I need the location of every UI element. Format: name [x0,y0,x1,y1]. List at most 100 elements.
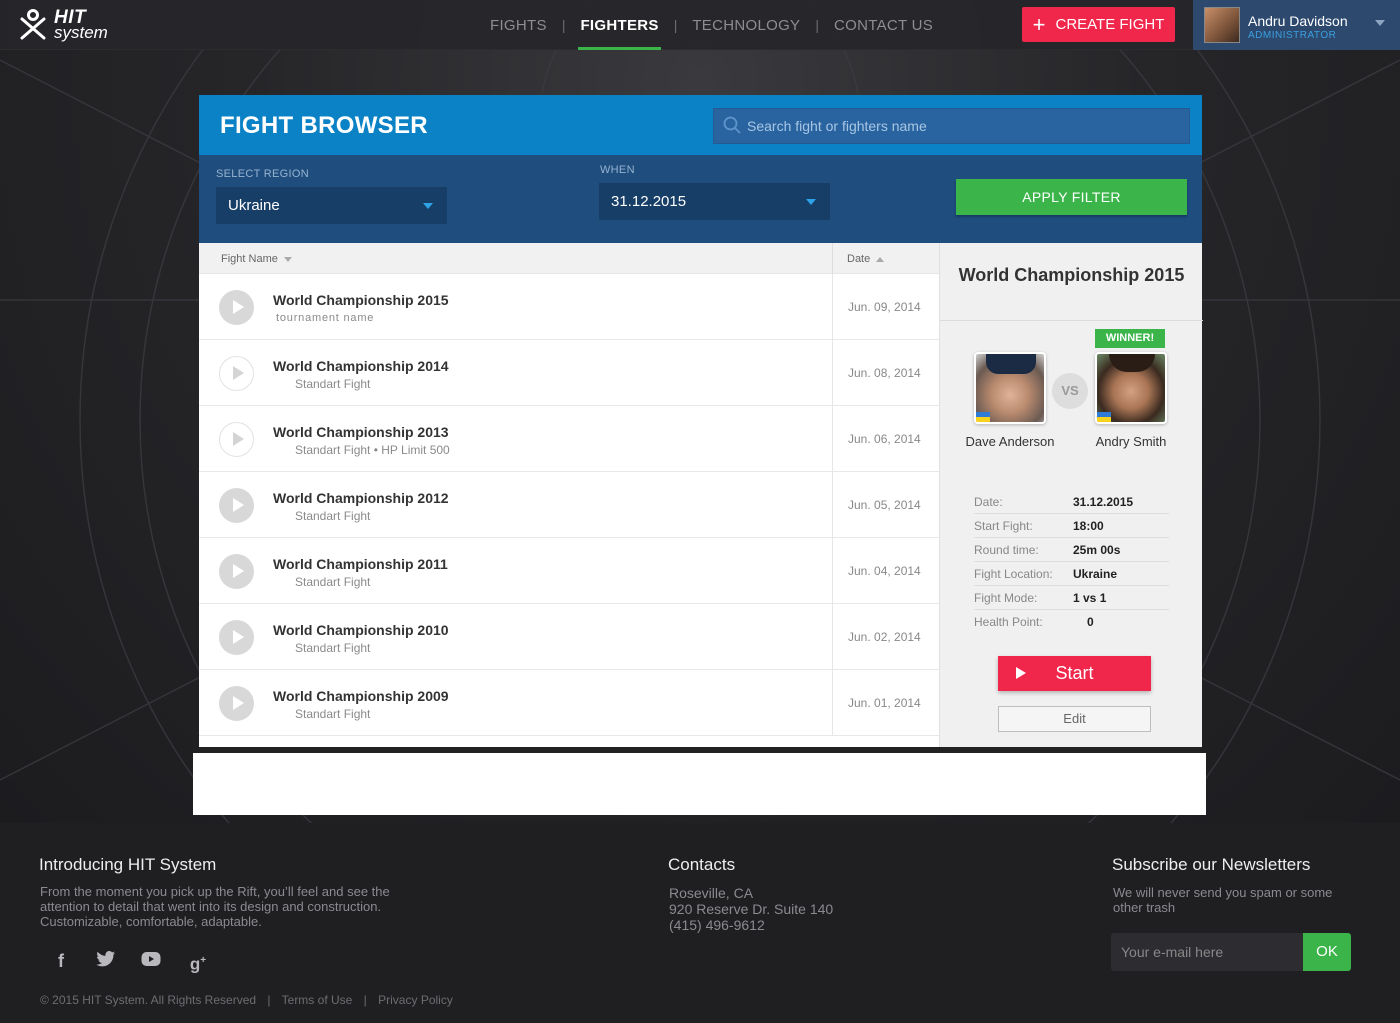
brand-logo[interactable]: HIT system [18,8,108,42]
fight-date: Jun. 01, 2014 [848,696,921,710]
nav-separator: | [673,17,678,33]
create-fight-label: CREATE FIGHT [1055,16,1165,33]
main-nav: FIGHTS | FIGHTERS | TECHNOLOGY | CONTACT… [490,0,933,50]
fight-name: World Championship 2010 [273,622,449,638]
fight-type: Standart Fight [295,509,371,523]
fight-name: World Championship 2011 [273,556,448,572]
play-icon[interactable] [219,356,254,391]
region-select[interactable]: Ukraine [216,187,447,224]
play-icon[interactable] [219,554,254,589]
page-title: FIGHT BROWSER [220,112,428,139]
fighter-a-photo[interactable] [974,352,1046,424]
play-icon[interactable] [219,488,254,523]
twitter-icon[interactable] [95,950,117,972]
ukraine-flag-icon [1097,412,1111,422]
fighter-a-name: Dave Anderson [965,434,1055,449]
footer: Introducing HIT System From the moment y… [0,823,1400,1023]
fight-name: World Championship 2015 [273,292,449,308]
avatar [1204,7,1240,43]
info-row: Date: 31.12.2015 [974,490,1169,514]
start-label: Start [1055,663,1094,683]
play-icon[interactable] [219,620,254,655]
table-row[interactable]: World Championship 2011 Standart Fight J… [199,538,939,604]
fight-name: World Championship 2013 [273,424,449,440]
play-icon [1016,667,1026,679]
nav-fighters[interactable]: FIGHTERS [578,0,661,50]
privacy-link[interactable]: Privacy Policy [378,993,453,1007]
facebook-icon[interactable]: f [50,950,72,972]
winner-badge: WINNER! [1095,329,1165,348]
contact-phone[interactable]: (415) 496-9612 [669,917,833,933]
fight-date: Jun. 06, 2014 [848,432,921,446]
fight-name: World Championship 2012 [273,490,449,506]
terms-link[interactable]: Terms of Use [282,993,353,1007]
date-select[interactable]: 31.12.2015 [599,183,830,220]
sort-down-icon [283,256,292,262]
fight-detail-panel: World Championship 2015 WINNER! VS Dave … [939,243,1203,747]
fight-type: Standart Fight [295,377,371,391]
play-icon[interactable] [219,290,254,325]
fight-date: Jun. 09, 2014 [848,300,921,314]
column-header-name[interactable]: Fight Name [221,253,292,265]
newsletter-text: We will never send you spam or some othe… [1113,885,1333,915]
fight-type: Standart Fight [295,575,371,589]
table-row[interactable]: World Championship 2013 Standart Fight •… [199,406,939,472]
filter-bar: SELECT REGION Ukraine WHEN 31.12.2015 AP… [199,155,1202,243]
ukraine-flag-icon [976,412,990,422]
info-row: Fight Location: Ukraine [974,562,1169,586]
fight-name: World Championship 2009 [273,688,449,704]
info-row: Fight Mode: 1 vs 1 [974,586,1169,610]
contact-address: 920 Reserve Dr. Suite 140 [669,901,834,917]
nav-technology[interactable]: TECHNOLOGY [692,0,800,50]
user-menu[interactable]: Andru Davidson ADMINISTRATOR [1193,0,1400,50]
when-label: WHEN [600,164,635,176]
subscribe-button[interactable]: OK [1303,933,1351,971]
top-navigation-bar: HIT system FIGHTS | FIGHTERS | TECHNOLOG… [0,0,1400,50]
play-icon[interactable] [219,422,254,457]
youtube-icon[interactable] [140,950,162,972]
nav-fights[interactable]: FIGHTS [490,0,547,50]
chevron-down-icon[interactable] [1375,20,1385,26]
fight-list: Fight Name Date World Championship 2015 … [199,243,939,747]
fighter-b-photo[interactable] [1095,352,1167,424]
info-row: Round time: 25m 00s [974,538,1169,562]
nav-contact-us[interactable]: CONTACT US [834,0,933,50]
column-header-date[interactable]: Date [847,253,885,265]
fight-type: Standart Fight [295,707,371,721]
play-icon[interactable] [219,686,254,721]
table-row[interactable]: World Championship 2009 Standart Fight J… [199,670,939,736]
nav-separator: | [815,17,819,33]
search-box[interactable] [713,108,1190,144]
region-value: Ukraine [228,197,280,214]
table-row[interactable]: World Championship 2015 tournament name … [199,274,939,340]
email-field[interactable]: Your e-mail here [1111,933,1303,971]
fight-type: tournament name [276,312,375,324]
table-row[interactable]: World Championship 2012 Standart Fight J… [199,472,939,538]
google-plus-icon[interactable]: g+ [187,950,209,974]
fight-type: Standart Fight • HP Limit 500 [295,443,450,457]
panel-header: FIGHT BROWSER [199,95,1202,155]
start-button[interactable]: Start [998,656,1151,691]
detail-title: World Championship 2015 [958,265,1185,285]
search-input[interactable] [747,109,1177,143]
contacts-title: Contacts [668,855,736,874]
fight-date: Jun. 04, 2014 [848,564,921,578]
apply-filter-button[interactable]: APPLY FILTER [956,179,1187,215]
edit-button[interactable]: Edit [998,706,1151,732]
copyright-text: © 2015 HIT System. All Rights Reserved [40,993,257,1007]
info-row: Start Fight: 18:00 [974,514,1169,538]
table-row[interactable]: World Championship 2014 Standart Fight J… [199,340,939,406]
table-row[interactable]: World Championship 2010 Standart Fight J… [199,604,939,670]
fight-info-list: Date: 31.12.2015 Start Fight: 18:00 Round … [974,490,1169,634]
info-row: Health Point: 0 [974,615,1094,629]
chevron-down-icon [806,199,816,205]
sort-up-icon [876,256,885,262]
nav-separator: | [561,17,566,33]
search-icon [723,116,741,134]
fight-name: World Championship 2014 [273,358,449,374]
intro-title: Introducing HIT System [39,855,217,874]
fight-browser-panel: FIGHT BROWSER SELECT REGION Ukraine WHEN… [199,95,1203,747]
create-fight-button[interactable]: + CREATE FIGHT [1022,7,1175,42]
fight-date: Jun. 05, 2014 [848,498,921,512]
fight-type: Standart Fight [295,641,371,655]
